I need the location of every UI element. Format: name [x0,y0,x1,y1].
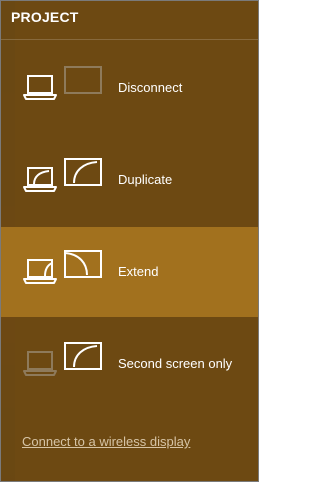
second-screen-only-icon [21,335,111,395]
option-second-screen-only[interactable]: Second screen only [1,319,258,409]
duplicate-icon [21,151,111,211]
project-panel: PROJECT Disconnect Duplicate Extend Seco… [1,1,258,481]
option-label: Second screen only [118,356,233,371]
option-duplicate[interactable]: Duplicate [1,135,258,225]
project-flyout: PROJECT Disconnect Duplicate Extend Seco… [0,0,259,482]
option-label: Extend [118,264,159,279]
extend-icon [21,243,111,303]
panel-title: PROJECT [11,9,79,25]
disconnect-icon [21,59,111,119]
title-divider [1,39,258,40]
connect-wireless-display-link[interactable]: Connect to a wireless display [22,434,190,449]
option-label: Disconnect [118,80,183,95]
option-label: Duplicate [118,172,173,187]
option-disconnect[interactable]: Disconnect [1,43,258,133]
option-extend[interactable]: Extend [1,227,258,317]
